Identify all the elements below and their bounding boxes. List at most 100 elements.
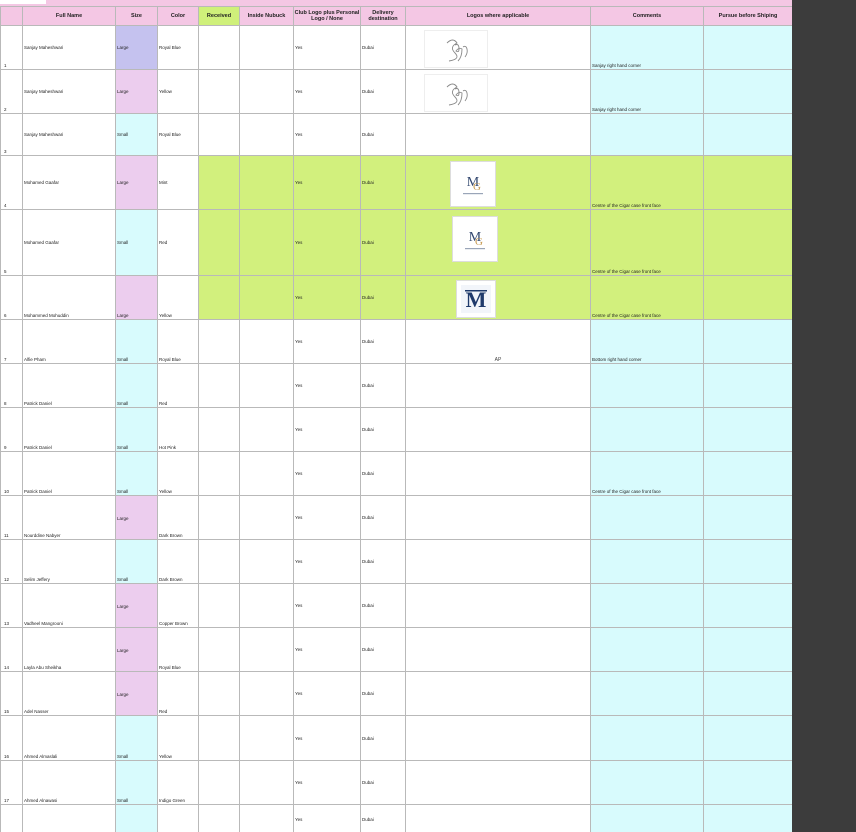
col-logos-header[interactable]: Logos where applicable [405, 6, 591, 26]
color-cell[interactable]: Royal Blue [157, 627, 199, 672]
row-number-cell[interactable] [0, 804, 23, 832]
inside-nubuck-cell[interactable] [239, 155, 294, 210]
row-number-cell[interactable]: 9 [0, 407, 23, 452]
full-name-cell[interactable]: Adel Nasser [22, 671, 116, 716]
row-number-cell[interactable]: 7 [0, 319, 23, 364]
logo-cell[interactable]: MG [405, 209, 591, 276]
logo-cell[interactable] [405, 627, 591, 672]
size-cell[interactable]: Small [115, 407, 158, 452]
size-cell[interactable]: Small [115, 319, 158, 364]
full-name-cell[interactable]: Mohamed Gaafar [22, 155, 116, 210]
color-cell[interactable]: Yellow [157, 451, 199, 496]
comments-cell[interactable]: Centre of the Cigar case front face [590, 209, 704, 276]
inside-nubuck-cell[interactable] [239, 69, 294, 114]
color-cell[interactable]: Red [157, 363, 199, 408]
full-name-cell[interactable]: Sanjay Maheshwari [22, 69, 116, 114]
size-cell[interactable]: Small [115, 113, 158, 156]
row-number-cell[interactable]: 15 [0, 671, 23, 716]
size-cell[interactable]: Small [115, 760, 158, 805]
delivery-cell[interactable]: Dubai [360, 451, 406, 496]
pursue-cell[interactable] [703, 69, 792, 114]
row-number-cell[interactable]: 11 [0, 495, 23, 540]
color-cell[interactable]: Royal Blue [157, 319, 199, 364]
club-logo-cell[interactable]: Yes [293, 715, 361, 761]
logo-cell[interactable] [405, 25, 591, 70]
row-number-cell[interactable]: 12 [0, 539, 23, 584]
size-cell[interactable]: Small [115, 715, 158, 761]
comments-cell[interactable] [590, 495, 704, 540]
color-cell[interactable]: Royal Blue [157, 25, 199, 70]
club-logo-cell[interactable]: Yes [293, 69, 361, 114]
club-logo-cell[interactable]: Yes [293, 363, 361, 408]
size-cell[interactable]: Large [115, 155, 158, 210]
comments-cell[interactable] [590, 407, 704, 452]
delivery-cell[interactable]: Dubai [360, 583, 406, 628]
pursue-cell[interactable] [703, 209, 792, 276]
color-cell[interactable]: Hot Pink [157, 407, 199, 452]
color-cell[interactable]: Yellow [157, 715, 199, 761]
logo-cell[interactable] [405, 113, 591, 156]
received-cell[interactable] [198, 209, 240, 276]
club-logo-cell[interactable]: Yes [293, 275, 361, 320]
col-full-name-header[interactable]: Full Name [22, 6, 116, 26]
delivery-cell[interactable]: Dubai [360, 671, 406, 716]
comments-cell[interactable]: Centre of the Cigar case front face [590, 275, 704, 320]
size-cell[interactable]: Large [115, 627, 158, 672]
inside-nubuck-cell[interactable] [239, 495, 294, 540]
logo-cell[interactable] [405, 451, 591, 496]
full-name-cell[interactable]: Nourddine Nabyer [22, 495, 116, 540]
club-logo-cell[interactable]: Yes [293, 760, 361, 805]
club-logo-cell[interactable]: Yes [293, 209, 361, 276]
inside-nubuck-cell[interactable] [239, 25, 294, 70]
full-name-cell[interactable]: Alfie Pham [22, 319, 116, 364]
delivery-cell[interactable]: Dubai [360, 25, 406, 70]
inside-nubuck-cell[interactable] [239, 671, 294, 716]
col-delivery-header[interactable]: Delivery destination [360, 6, 406, 26]
inside-nubuck-cell[interactable] [239, 804, 294, 832]
inside-nubuck-cell[interactable] [239, 407, 294, 452]
color-cell[interactable]: Red [157, 671, 199, 716]
received-cell[interactable] [198, 495, 240, 540]
full-name-cell[interactable]: Patrick Daniel [22, 363, 116, 408]
inside-nubuck-cell[interactable] [239, 363, 294, 408]
club-logo-cell[interactable]: Yes [293, 627, 361, 672]
pursue-cell[interactable] [703, 804, 792, 832]
delivery-cell[interactable]: Dubai [360, 804, 406, 832]
delivery-cell[interactable]: Dubai [360, 363, 406, 408]
comments-cell[interactable] [590, 760, 704, 805]
color-cell[interactable]: Dark Brown [157, 495, 199, 540]
inside-nubuck-cell[interactable] [239, 275, 294, 320]
logo-cell[interactable] [405, 715, 591, 761]
logo-cell[interactable]: AP [405, 319, 591, 364]
col-pursue-header[interactable]: Pursue before Shiping [703, 6, 792, 26]
received-cell[interactable] [198, 539, 240, 584]
row-number-cell[interactable]: 14 [0, 627, 23, 672]
comments-cell[interactable]: Centre of the Cigar case front face [590, 451, 704, 496]
size-cell[interactable]: Large [115, 25, 158, 70]
received-cell[interactable] [198, 25, 240, 70]
logo-cell[interactable] [405, 671, 591, 716]
delivery-cell[interactable]: Dubai [360, 539, 406, 584]
delivery-cell[interactable]: Dubai [360, 407, 406, 452]
comments-cell[interactable] [590, 627, 704, 672]
inside-nubuck-cell[interactable] [239, 583, 294, 628]
pursue-cell[interactable] [703, 495, 792, 540]
full-name-cell[interactable]: Selim Jeffery [22, 539, 116, 584]
full-name-cell[interactable]: Patrick Daniel [22, 451, 116, 496]
inside-nubuck-cell[interactable] [239, 209, 294, 276]
color-cell[interactable]: Dark Brown [157, 539, 199, 584]
row-number-cell[interactable]: 16 [0, 715, 23, 761]
club-logo-cell[interactable]: Yes [293, 25, 361, 70]
received-cell[interactable] [198, 715, 240, 761]
delivery-cell[interactable]: Dubai [360, 760, 406, 805]
inside-nubuck-cell[interactable] [239, 627, 294, 672]
club-logo-cell[interactable]: Yes [293, 583, 361, 628]
received-cell[interactable] [198, 583, 240, 628]
comments-cell[interactable]: Bottom right hand corner [590, 319, 704, 364]
size-cell[interactable]: Large [115, 69, 158, 114]
col-received-header[interactable]: Received [198, 6, 240, 26]
club-logo-cell[interactable]: Yes [293, 539, 361, 584]
full-name-cell[interactable]: Ahmed Almaslali [22, 715, 116, 761]
delivery-cell[interactable]: Dubai [360, 155, 406, 210]
col-comments-header[interactable]: Comments [590, 6, 704, 26]
